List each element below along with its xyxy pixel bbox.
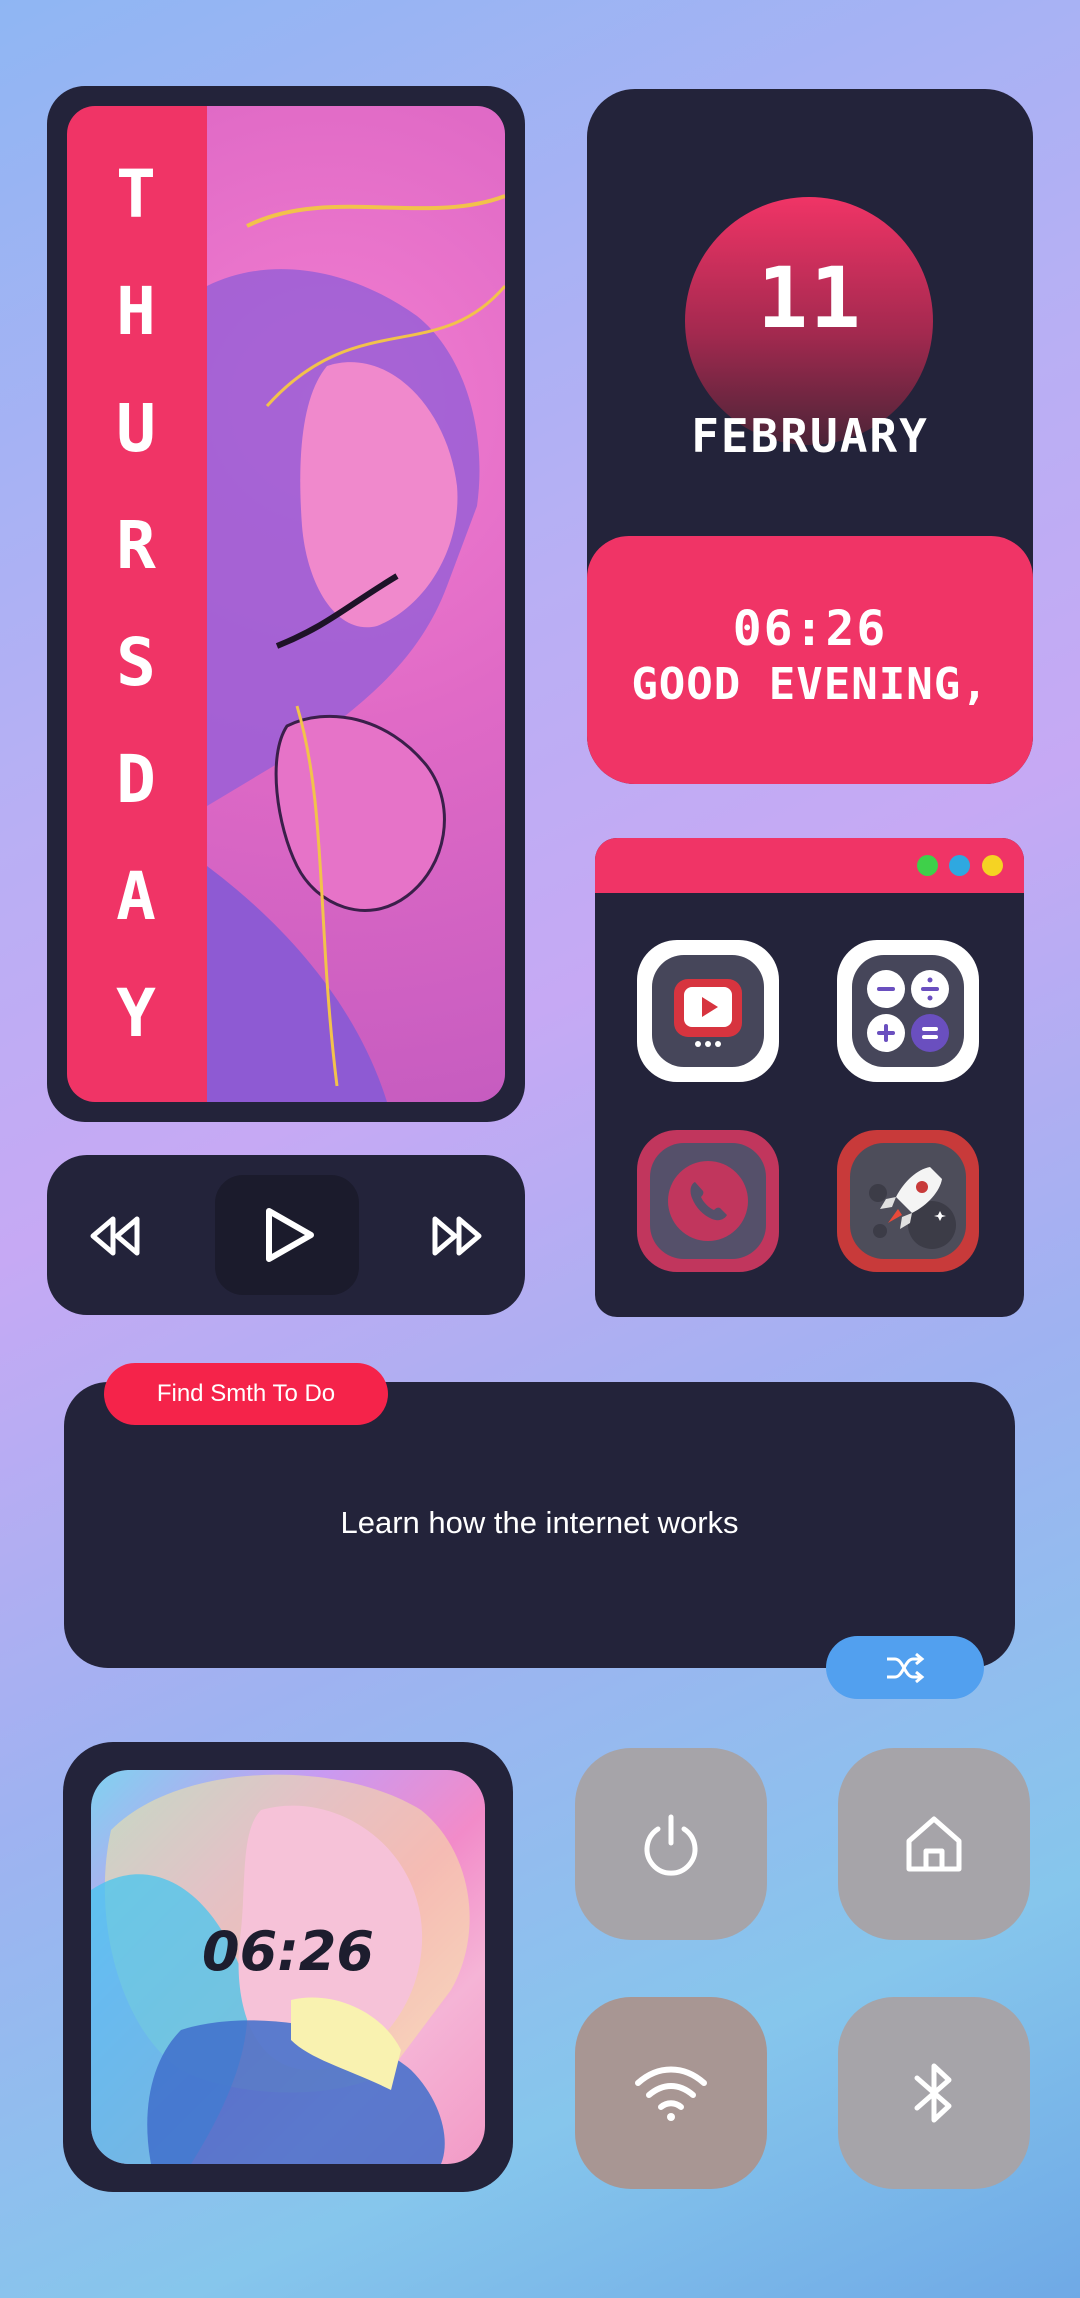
bluetooth-icon — [914, 2063, 952, 2123]
video-player-icon — [652, 955, 764, 1067]
home-button[interactable] — [838, 1748, 1030, 1940]
day-letter: R — [116, 506, 158, 584]
bluetooth-button[interactable] — [838, 1997, 1030, 2189]
day-letter: U — [116, 389, 158, 467]
shuffle-icon — [887, 1652, 925, 1683]
greeting-time: 06:26 — [732, 601, 888, 657]
clock-widget: 06:26 — [63, 1742, 513, 2192]
day-letter: H — [116, 272, 158, 350]
blue-dot — [949, 855, 970, 876]
todo-tag: Find Smth To Do — [104, 1363, 388, 1425]
play-icon — [266, 1208, 314, 1262]
yellow-dot — [982, 855, 1003, 876]
clock-time: 06:26 — [202, 1920, 374, 1983]
play-button[interactable] — [215, 1175, 359, 1295]
phone-app-button[interactable] — [637, 1130, 779, 1272]
date-widget: 11 FEBRUARY 06:26 GOOD EVENING, — [587, 89, 1033, 784]
day-letter: T — [116, 155, 158, 233]
wifi-button[interactable] — [575, 1997, 767, 2189]
video-app-button[interactable] — [637, 940, 779, 1082]
fast-forward-icon — [432, 1216, 482, 1256]
app-launcher-widget — [595, 838, 1024, 1317]
greeting-text: GOOD EVENING, — [631, 659, 989, 710]
shuffle-button[interactable] — [826, 1636, 984, 1699]
home-icon — [906, 1816, 962, 1872]
power-icon — [644, 1814, 698, 1876]
illustration-art — [207, 194, 505, 1102]
rewind-button[interactable] — [85, 1207, 143, 1265]
todo-task-text: Learn how the internet works — [340, 1505, 739, 1540]
day-letter: Y — [116, 974, 158, 1052]
rewind-icon — [90, 1216, 140, 1256]
day-letter: A — [116, 857, 158, 935]
day-name-strip: T H U R S D A Y — [67, 106, 207, 1102]
power-button[interactable] — [575, 1748, 767, 1940]
calculator-app-button[interactable] — [837, 940, 979, 1082]
window-title-bar — [595, 838, 1024, 893]
day-widget: T H U R S D A Y — [47, 86, 525, 1122]
fast-forward-button[interactable] — [429, 1207, 487, 1265]
date-month: FEBRUARY — [691, 409, 929, 463]
day-letter: D — [116, 740, 158, 818]
anime-illustration — [207, 106, 505, 1102]
phone-icon — [650, 1143, 766, 1259]
rocket-app-button[interactable] — [837, 1130, 979, 1272]
green-dot — [917, 855, 938, 876]
wifi-icon — [635, 2066, 707, 2121]
clock-illustration: 06:26 — [91, 1770, 485, 2164]
music-player — [47, 1155, 525, 1315]
calculator-icon — [852, 955, 964, 1067]
day-letter: S — [116, 623, 158, 701]
rocket-icon — [850, 1143, 966, 1259]
date-day: 11 — [757, 249, 863, 347]
